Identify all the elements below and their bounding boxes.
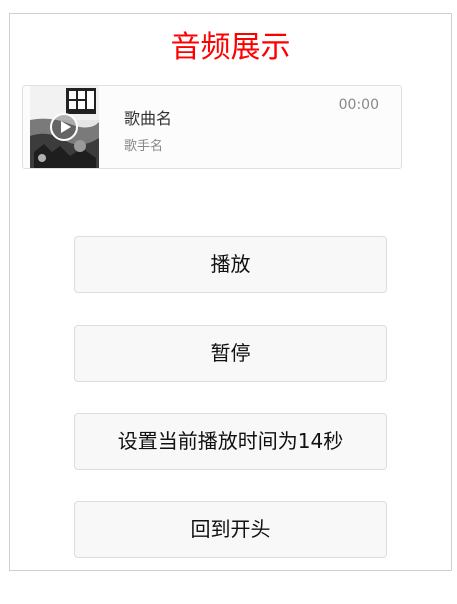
page-title: 音频展示 (170, 30, 291, 65)
play-button[interactable]: 播放 (74, 236, 387, 293)
singer-name: 歌手名 (124, 139, 164, 154)
pause-button[interactable]: 暂停 (74, 325, 387, 382)
play-icon[interactable] (50, 113, 78, 141)
seek-14s-button[interactable]: 设置当前播放时间为14秒 (74, 413, 387, 470)
song-name: 歌曲名 (124, 109, 173, 128)
restart-button[interactable]: 回到开头 (74, 501, 387, 558)
album-cover-image (30, 86, 99, 168)
playback-time: 00:00 (338, 97, 379, 113)
audio-player[interactable]: 歌曲名 歌手名 00:00 (22, 85, 402, 169)
